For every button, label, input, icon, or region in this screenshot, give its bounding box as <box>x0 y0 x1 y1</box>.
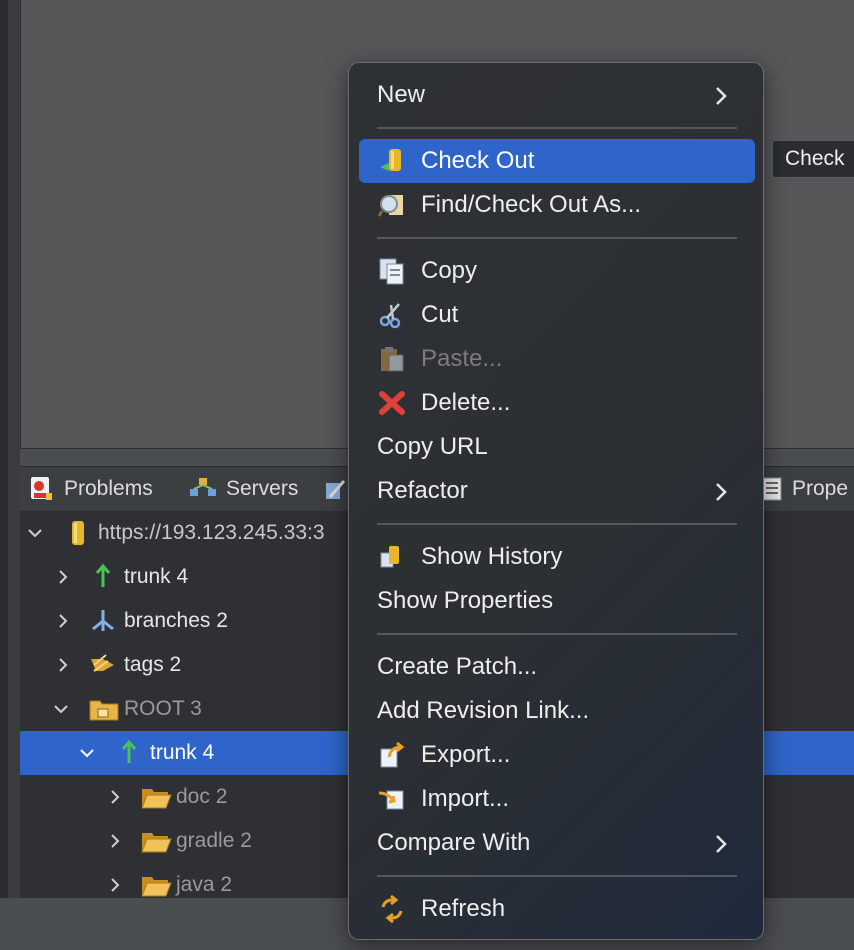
folder-icon <box>140 871 172 897</box>
repository-icon <box>66 519 92 545</box>
context-menu: New Check Out Find/Check Out As... Copy … <box>348 62 764 940</box>
tab-svn-repositories[interactable] <box>322 467 348 511</box>
tree-row-label: doc 2 <box>176 785 228 808</box>
menu-item-export[interactable]: Export... <box>359 733 755 777</box>
menu-separator <box>377 875 737 877</box>
menu-item-show-history[interactable]: Show History <box>359 535 755 579</box>
folder-icon <box>140 783 172 809</box>
left-window-edge <box>0 0 8 898</box>
menu-item-label: Find/Check Out As... <box>421 191 642 218</box>
chevron-right-icon[interactable] <box>56 658 70 672</box>
menu-item-label: Copy <box>421 257 478 284</box>
delete-icon <box>377 389 407 417</box>
menu-item-label: Import... <box>421 785 510 812</box>
chevron-right-icon[interactable] <box>56 570 70 584</box>
tab-problems-label: Problems <box>64 477 153 500</box>
tooltip: Check <box>772 140 854 178</box>
tab-problems[interactable]: Problems <box>28 467 153 511</box>
branches-icon <box>88 607 114 633</box>
scissors-icon <box>377 301 407 329</box>
menu-item-new[interactable]: New <box>359 73 755 117</box>
export-icon <box>377 741 407 769</box>
chevron-right-icon[interactable] <box>108 834 122 848</box>
menu-separator <box>377 523 737 525</box>
chevron-right-icon[interactable] <box>108 790 122 804</box>
menu-item-label: Show History <box>421 543 563 570</box>
menu-item-import[interactable]: Import... <box>359 777 755 821</box>
left-gutter <box>8 0 20 898</box>
menu-item-label: Copy URL <box>377 433 488 460</box>
tags-icon <box>88 651 114 677</box>
refresh-icon <box>377 894 407 924</box>
menu-item-label: Refresh <box>421 895 506 922</box>
servers-icon <box>190 478 216 496</box>
locked-folder-icon <box>88 695 119 721</box>
menu-item-label: Show Properties <box>377 587 554 614</box>
tab-servers-label: Servers <box>226 477 299 500</box>
menu-item-label: Export... <box>421 741 511 768</box>
tree-row-label: tags 2 <box>124 653 182 676</box>
chevron-down-icon[interactable] <box>28 526 42 540</box>
menu-item-label: Paste... <box>421 345 503 372</box>
menu-item-compare-with[interactable]: Compare With <box>359 821 755 865</box>
menu-item-label: Cut <box>421 301 459 328</box>
menu-item-label: Compare With <box>377 829 531 856</box>
tab-properties[interactable]: Prope <box>760 467 848 511</box>
tooltip-text: Check <box>785 147 845 170</box>
menu-item-copy-url[interactable]: Copy URL <box>359 425 755 469</box>
tree-row-label: ROOT 3 <box>124 697 202 720</box>
trunk-arrow-icon <box>90 563 116 589</box>
import-icon <box>377 785 407 813</box>
tree-row-label: branches 2 <box>124 609 228 632</box>
menu-item-label: Create Patch... <box>377 653 538 680</box>
tree-row-label: https://193.123.245.33:3 <box>98 521 325 544</box>
tab-properties-label: Prope <box>792 477 849 500</box>
tree-row-label: gradle 2 <box>176 829 252 852</box>
submenu-arrow-icon <box>713 481 729 501</box>
folder-icon <box>140 827 172 853</box>
menu-item-label: Check Out <box>421 147 535 174</box>
tab-servers[interactable]: Servers <box>188 467 298 511</box>
menu-item-add-revision-link[interactable]: Add Revision Link... <box>359 689 755 733</box>
tree-row-label: java 2 <box>176 873 233 896</box>
paste-icon <box>377 345 407 373</box>
chevron-down-icon[interactable] <box>80 746 94 760</box>
check-out-icon <box>377 147 407 175</box>
history-icon <box>377 543 407 571</box>
problems-icon <box>31 477 52 500</box>
chevron-right-icon[interactable] <box>108 878 122 892</box>
chevron-right-icon[interactable] <box>56 614 70 628</box>
menu-separator <box>377 633 737 635</box>
menu-item-refresh[interactable]: Refresh <box>359 887 755 931</box>
submenu-arrow-icon <box>713 85 729 105</box>
tree-row-label: trunk 4 <box>150 741 215 764</box>
menu-item-label: New <box>377 81 426 108</box>
tree-row-label: trunk 4 <box>124 565 189 588</box>
find-check-out-icon <box>377 191 407 219</box>
menu-item-label: Delete... <box>421 389 511 416</box>
menu-item-paste: Paste... <box>359 337 755 381</box>
menu-item-find-check-out-as[interactable]: Find/Check Out As... <box>359 183 755 227</box>
menu-item-cut[interactable]: Cut <box>359 293 755 337</box>
menu-item-label: Refactor <box>377 477 468 504</box>
menu-item-show-properties[interactable]: Show Properties <box>359 579 755 623</box>
menu-separator <box>377 237 737 239</box>
menu-item-delete[interactable]: Delete... <box>359 381 755 425</box>
menu-item-label: Add Revision Link... <box>377 697 590 724</box>
menu-item-create-patch[interactable]: Create Patch... <box>359 645 755 689</box>
menu-item-refactor[interactable]: Refactor <box>359 469 755 513</box>
copy-icon <box>377 257 407 285</box>
menu-item-copy[interactable]: Copy <box>359 249 755 293</box>
repository-icon <box>326 480 346 499</box>
menu-separator <box>377 127 737 129</box>
submenu-arrow-icon <box>713 833 729 853</box>
chevron-down-icon[interactable] <box>54 702 68 716</box>
menu-item-check-out[interactable]: Check Out <box>359 139 755 183</box>
trunk-arrow-icon <box>116 739 142 765</box>
